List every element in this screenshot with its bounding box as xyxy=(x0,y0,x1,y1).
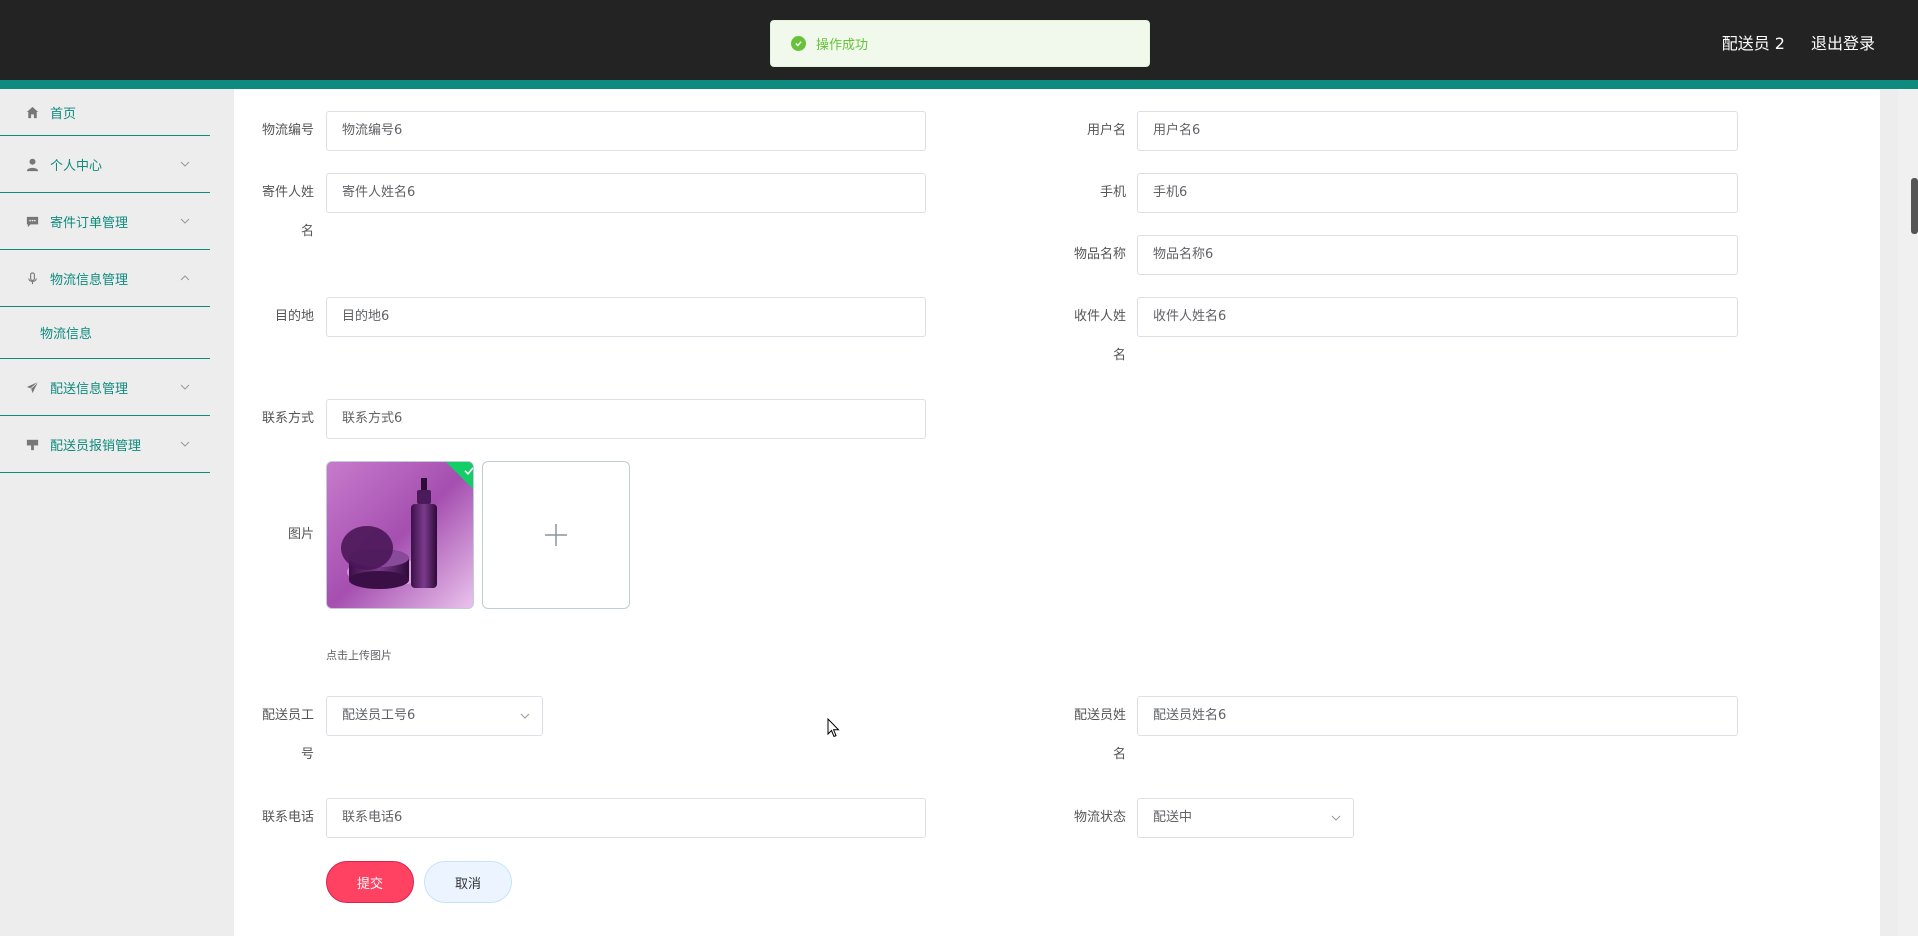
upload-image-button[interactable] xyxy=(482,461,630,609)
chevron-down-icon xyxy=(180,441,190,447)
chevron-up-icon xyxy=(180,275,190,281)
logistics-no-input[interactable]: 物流编号6 xyxy=(326,111,926,151)
courier-no-label: 配送员工号 xyxy=(261,708,314,762)
image-label: 图片 xyxy=(287,527,314,542)
sidebar-item-label: 配送员报销管理 xyxy=(50,438,142,454)
user-name: 配送员 2 xyxy=(1721,34,1785,53)
courier-no-selected-value: 配送员工号6 xyxy=(342,708,416,723)
sidebar-item-label: 首页 xyxy=(50,106,77,122)
stamp-icon xyxy=(24,436,40,452)
phone-label: 手机 xyxy=(1099,185,1126,200)
sidebar-item-logistics-management[interactable]: 物流信息管理 xyxy=(0,250,210,307)
cancel-button[interactable]: 取消 xyxy=(424,861,512,903)
cosmetics-product-image xyxy=(327,462,473,608)
check-circle-icon xyxy=(791,36,806,51)
courier-name-input[interactable]: 配送员姓名6 xyxy=(1137,696,1738,736)
courier-name-label: 配送员姓名 xyxy=(1073,708,1126,762)
contact-phone-label: 联系电话 xyxy=(261,810,314,825)
scrollbar-thumb[interactable] xyxy=(1911,178,1918,234)
sender-name-label: 寄件人姓名 xyxy=(261,185,314,239)
phone-input[interactable]: 手机6 xyxy=(1137,173,1738,213)
sidebar-item-label: 配送信息管理 xyxy=(50,381,129,397)
sidebar-item-order-management[interactable]: 寄件订单管理 xyxy=(0,193,210,250)
sidebar-subitem-label: 物流信息 xyxy=(40,327,93,342)
message-icon xyxy=(24,213,40,229)
upload-hint: 点击上传图片 xyxy=(326,649,392,662)
user-icon xyxy=(24,156,40,172)
status-selected-value: 配送中 xyxy=(1153,810,1193,825)
item-name-input[interactable]: 物品名称6 xyxy=(1137,235,1738,275)
chevron-down-icon xyxy=(180,161,190,167)
status-select[interactable]: 配送中 xyxy=(1137,798,1354,838)
chevron-down-icon xyxy=(180,384,190,390)
contact-label: 联系方式 xyxy=(261,411,314,426)
contact-input[interactable]: 联系方式6 xyxy=(326,399,926,439)
sidebar-item-label: 寄件订单管理 xyxy=(50,215,129,231)
logistics-no-label: 物流编号 xyxy=(261,123,314,138)
submit-button[interactable]: 提交 xyxy=(326,861,414,903)
paper-plane-icon xyxy=(24,379,40,395)
receiver-name-input[interactable]: 收件人姓名6 xyxy=(1137,297,1738,337)
destination-label: 目的地 xyxy=(274,309,314,324)
destination-input[interactable]: 目的地6 xyxy=(326,297,926,337)
username-label: 用户名 xyxy=(1086,123,1126,138)
sidebar-item-home[interactable]: 首页 xyxy=(0,89,210,136)
sidebar-item-label: 个人中心 xyxy=(50,158,103,174)
home-icon xyxy=(24,104,40,120)
receiver-name-label: 收件人姓名 xyxy=(1073,309,1126,363)
status-label: 物流状态 xyxy=(1073,810,1126,825)
plus-icon xyxy=(545,524,567,546)
sender-name-input[interactable]: 寄件人姓名6 xyxy=(326,173,926,213)
check-icon xyxy=(464,467,473,476)
toast-message: 操作成功 xyxy=(816,38,869,53)
sidebar: 首页 个人中心 寄件订单管理 物流信息管理 物流信息 配送信息管理 配送员报销管… xyxy=(0,89,210,936)
sidebar-subitem-logistics-info[interactable]: 物流信息 xyxy=(0,307,210,359)
mouse-cursor-icon xyxy=(827,718,840,738)
success-toast: 操作成功 xyxy=(770,20,1150,67)
sidebar-item-label: 物流信息管理 xyxy=(50,272,129,288)
chevron-down-icon xyxy=(520,713,530,719)
top-bar-accent-strip xyxy=(0,80,1918,89)
username-input[interactable]: 用户名6 xyxy=(1137,111,1738,151)
contact-phone-input[interactable]: 联系电话6 xyxy=(326,798,926,838)
chevron-down-icon xyxy=(1331,815,1341,821)
microphone-icon xyxy=(24,270,40,286)
sidebar-item-reimbursement-management[interactable]: 配送员报销管理 xyxy=(0,416,210,473)
logout-button[interactable]: 退出登录 xyxy=(1811,30,1875,54)
courier-no-select[interactable]: 配送员工号6 xyxy=(326,696,543,736)
chevron-down-icon xyxy=(180,218,190,224)
sidebar-item-personal-center[interactable]: 个人中心 xyxy=(0,136,210,193)
sidebar-item-delivery-management[interactable]: 配送信息管理 xyxy=(0,359,210,416)
item-name-label: 物品名称 xyxy=(1073,247,1126,262)
uploaded-image-thumbnail[interactable] xyxy=(326,461,474,609)
